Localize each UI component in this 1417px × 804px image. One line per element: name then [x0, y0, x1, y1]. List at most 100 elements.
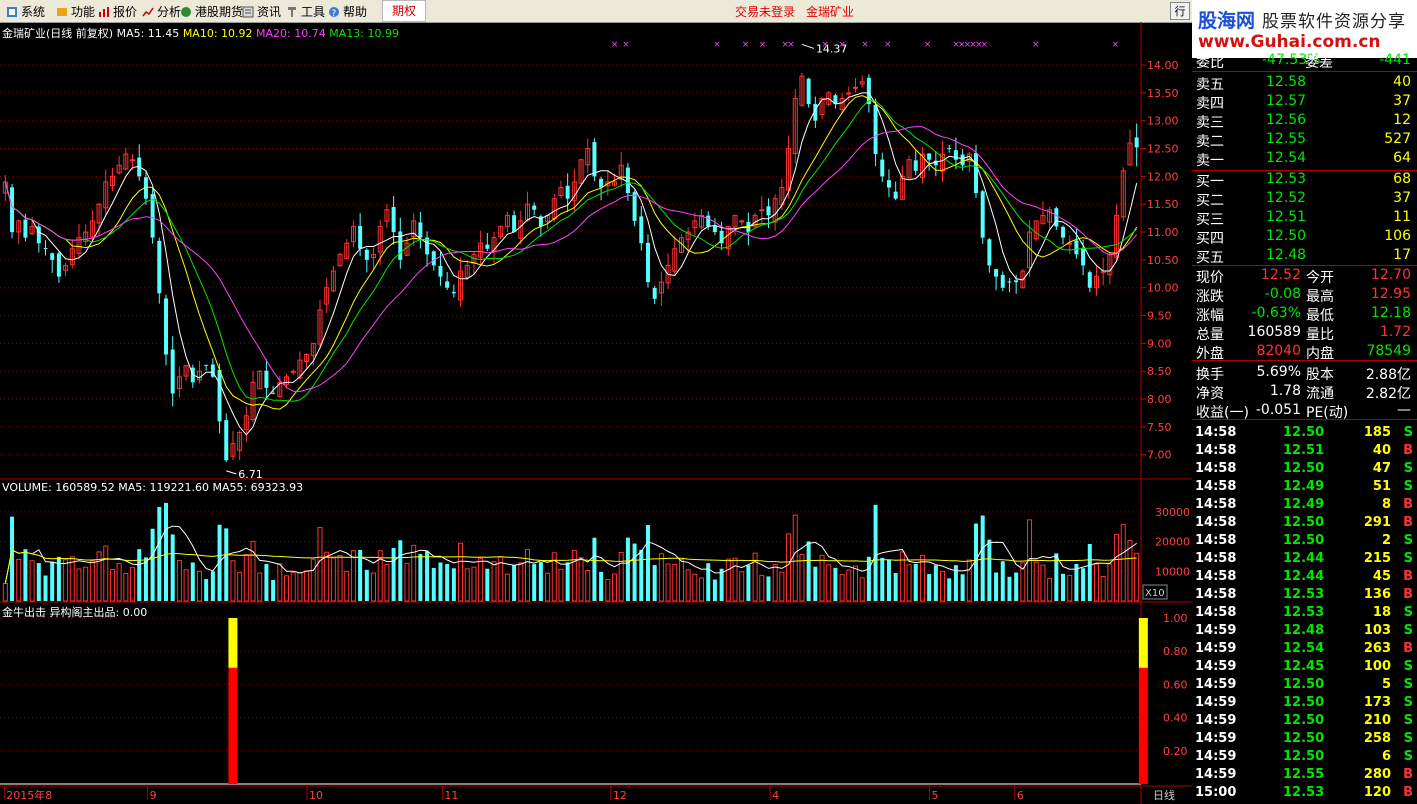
ask-row[interactable]: 卖二 12.55 527	[1192, 131, 1417, 150]
volume-bar-up	[196, 570, 202, 602]
login-status[interactable]: 交易未登录	[735, 3, 795, 20]
bid-price: 12.53	[1266, 171, 1307, 187]
x-axis-label: 4	[772, 789, 779, 802]
volume-bar-down	[271, 579, 276, 601]
ask-price: 12.54	[1266, 150, 1307, 166]
volume-bar-down	[512, 565, 517, 601]
volume-bar-up	[846, 569, 852, 602]
volume-bar-down	[150, 528, 155, 601]
price-chart[interactable]: 14.376.71× × × × × ×× × × × × × ×××××× × ×	[2, 40, 1139, 481]
tick-volume: 100	[1363, 659, 1391, 674]
event-marker: ×	[759, 40, 767, 50]
tick-side: S	[1403, 551, 1413, 566]
volume-bar-up	[732, 557, 738, 602]
price-tick-label: 12.50	[1147, 143, 1179, 156]
ask-label: 卖二	[1196, 134, 1224, 150]
chart-area[interactable]: 14.376.71× × × × × ×× × × × × × ×××××× × × 14.0013.50…	[0, 22, 1192, 804]
high-pointer	[801, 43, 815, 49]
stat-row: 总量 160589 量比 1.72	[1192, 324, 1417, 343]
tick-side: S	[1403, 659, 1413, 674]
candle-down	[1054, 208, 1059, 227]
candle-down	[973, 153, 978, 194]
ask-row[interactable]: 卖三 12.56 12	[1192, 112, 1417, 131]
volume-bar-up	[685, 569, 691, 602]
ask-volume: 64	[1393, 150, 1411, 166]
event-marker: ×	[622, 40, 630, 50]
bid-label: 买三	[1196, 212, 1224, 228]
candle-down	[512, 215, 517, 233]
stock-name-header: 金瑞矿业	[806, 5, 855, 19]
indicator-chart[interactable]	[0, 618, 1148, 785]
volume-bar-up	[290, 572, 296, 602]
candle-down	[639, 216, 644, 244]
ma13-line	[4, 100, 1138, 402]
candle-up	[853, 86, 858, 89]
event-marker: ×	[611, 40, 619, 50]
volume-bar-down	[364, 569, 369, 601]
bid-row[interactable]: 买二 12.52 37	[1192, 190, 1417, 209]
candle-down	[880, 159, 885, 177]
indicator-tick-label: 0.80	[1163, 645, 1188, 658]
candle-down	[451, 291, 456, 294]
indicator-tick-label: 0.20	[1163, 745, 1188, 758]
menu-tools[interactable]: 工具	[286, 3, 325, 20]
volume-bar-up	[1040, 564, 1046, 602]
volume-bar-down	[418, 554, 423, 601]
menu-quote[interactable]: 报价	[98, 3, 137, 20]
menu-news[interactable]: 资讯	[242, 3, 281, 20]
ask-row[interactable]: 卖一 12.54 64	[1192, 150, 1417, 169]
tick-row: 15:00 12.53 120 B	[1192, 785, 1417, 803]
menu-options[interactable]: 期权	[382, 0, 426, 22]
svg-text:?: ?	[332, 9, 337, 18]
bid-row[interactable]: 买一 12.53 68	[1192, 171, 1417, 190]
menu-analysis[interactable]: 分析	[142, 3, 181, 20]
function-icon	[56, 6, 68, 18]
candle-up	[739, 220, 745, 223]
tick-volume: 136	[1363, 587, 1391, 602]
volume-bar-up	[839, 573, 845, 602]
volume-bar-up	[83, 566, 89, 602]
volume-bar-down	[532, 564, 537, 601]
stat-value: -0.08	[1264, 286, 1301, 302]
bid-row[interactable]: 买五 12.48 17	[1192, 247, 1417, 266]
candle-down	[364, 249, 369, 260]
tick-volume: 2	[1381, 533, 1391, 548]
event-marker: ×	[838, 40, 846, 50]
event-marker: ×	[742, 40, 750, 50]
volume-chart[interactable]	[2, 502, 1140, 602]
ma10-label: MA10: 10.92	[182, 27, 253, 40]
price-tick-label: 9.50	[1147, 310, 1172, 323]
ask-row[interactable]: 卖五 12.58 40	[1192, 74, 1417, 93]
tick-time: 14:59	[1195, 623, 1237, 638]
bid-row[interactable]: 买三 12.51 11	[1192, 209, 1417, 228]
volume-bar-down	[994, 572, 999, 601]
event-marker: ×	[821, 40, 829, 50]
menu-system[interactable]: 系统	[6, 3, 45, 20]
candle-down	[217, 369, 222, 422]
market-button[interactable]: 行	[1170, 2, 1190, 20]
menu-hk-futures[interactable]: 港股期货	[180, 3, 243, 20]
ask-label: 卖五	[1196, 77, 1224, 93]
stat-row: 涨跌 -0.08 最高 12.95	[1192, 286, 1417, 305]
menu-function[interactable]: 功能	[56, 3, 95, 20]
stat-value-2: 2.88亿	[1365, 367, 1411, 383]
candle-down	[766, 206, 771, 216]
volume-bar-up	[230, 560, 236, 602]
system-icon	[6, 6, 18, 18]
tick-row: 14:58 12.53 136 B	[1192, 587, 1417, 605]
volume-bar-up	[578, 557, 584, 602]
tick-price: 12.50	[1283, 461, 1325, 476]
menu-help[interactable]: ? 帮助	[328, 3, 367, 20]
volume-bar-up	[471, 566, 477, 602]
volume-bar-down	[866, 556, 871, 601]
bid-row[interactable]: 买四 12.50 106	[1192, 228, 1417, 247]
volume-bar-up	[1107, 563, 1113, 602]
bid-label: 买一	[1196, 174, 1224, 190]
ask-row[interactable]: 卖四 12.57 37	[1192, 93, 1417, 112]
indicator-tick-label: 0.40	[1163, 712, 1188, 725]
order-diff-label: 委差	[1305, 55, 1333, 70]
tick-side: B	[1403, 641, 1413, 656]
tick-volume: 185	[1363, 425, 1391, 440]
tick-price: 12.50	[1283, 713, 1325, 728]
candle-down	[1134, 137, 1139, 148]
